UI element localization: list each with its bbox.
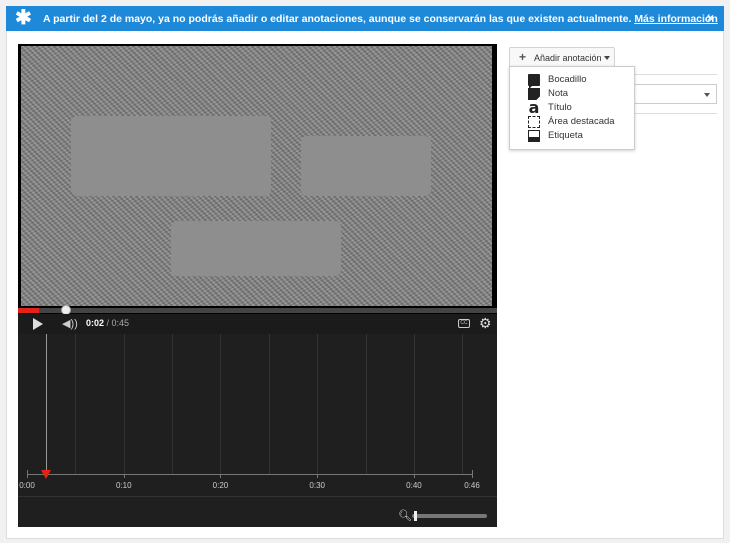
plus-icon: +: [519, 50, 527, 64]
timeline-tick: [472, 470, 473, 478]
gear-icon[interactable]: ⚙: [479, 315, 492, 332]
menu-item-bocadillo[interactable]: Bocadillo: [510, 73, 634, 89]
star-icon: ✱: [15, 7, 32, 29]
video-texture: [301, 136, 431, 196]
video-texture: [71, 116, 271, 196]
zoom-slider-knob[interactable]: [414, 511, 418, 521]
close-icon[interactable]: ×: [707, 11, 714, 25]
timeline-gridline: [75, 334, 77, 474]
menu-item-label: Bocadillo: [548, 74, 587, 85]
add-annotation-label: Añadir anotación: [534, 53, 602, 63]
timeline-gridline: [220, 334, 222, 474]
timeline-gridline: [413, 334, 415, 474]
label-icon: [528, 130, 540, 142]
timeline-gridline: [268, 334, 270, 474]
zoom-icon: 🔍︎: [398, 510, 412, 522]
menu-item-label: Nota: [548, 88, 569, 99]
menu-item-area-destacada[interactable]: Área destacada: [510, 115, 634, 129]
video-player[interactable]: ◀)) 0:02 / 0:45 CC ⚙: [18, 44, 497, 334]
time-display: 0:02 / 0:45: [86, 318, 129, 328]
menu-item-etiqueta[interactable]: Etiqueta: [510, 129, 634, 143]
timeline-tick-label: 0:46: [464, 481, 480, 490]
timeline-gridline: [462, 334, 464, 474]
timeline-playhead-line: [46, 334, 48, 474]
timeline-playhead-marker[interactable]: [41, 470, 52, 479]
announcement-banner: ✱ A partir del 2 de mayo, ya no podrás a…: [6, 6, 724, 31]
timeline-tick-label: 0:40: [406, 481, 422, 490]
player-controls: ◀)) 0:02 / 0:45 CC ⚙: [18, 314, 497, 334]
annotation-timeline[interactable]: 🔍︎ 0:00 0:10 0:20 0:30 0:40 0:46: [18, 334, 497, 527]
progress-played: [18, 308, 40, 313]
menu-item-label: Etiqueta: [548, 130, 583, 141]
banner-message: A partir del 2 de mayo, ya no podrás aña…: [43, 13, 718, 25]
timeline-gridline: [172, 334, 174, 474]
chevron-down-icon: [704, 93, 710, 97]
spotlight-icon: [528, 116, 540, 128]
banner-text: A partir del 2 de mayo, ya no podrás aña…: [43, 13, 632, 25]
progress-bar[interactable]: [18, 305, 497, 315]
timeline-tick-label: 0:10: [115, 481, 132, 490]
menu-item-label: Área destacada: [548, 116, 615, 127]
play-icon[interactable]: [33, 318, 43, 330]
cc-icon[interactable]: CC: [458, 319, 470, 328]
duration: / 0:45: [106, 318, 130, 328]
timeline-tick-label: 0:30: [309, 481, 325, 490]
timeline-tick-label: 0:20: [212, 481, 229, 490]
timeline-axis: [27, 474, 472, 475]
timeline-gridline: [365, 334, 367, 474]
menu-item-label: Título: [548, 102, 572, 113]
timeline-tick-label: 0:00: [19, 481, 35, 490]
video-texture: [171, 221, 341, 276]
speech-bubble-icon: [528, 74, 540, 89]
volume-icon[interactable]: ◀)): [62, 317, 78, 330]
menu-item-titulo[interactable]: a Título: [510, 98, 634, 117]
add-annotation-button[interactable]: + Añadir anotación: [509, 47, 615, 67]
timeline-gridline: [123, 334, 125, 474]
more-info-link[interactable]: Más información: [634, 13, 717, 25]
zoom-slider[interactable]: [412, 511, 487, 521]
timeline-separator: [18, 496, 497, 497]
title-icon: a: [528, 98, 540, 117]
current-time: 0:02: [86, 318, 105, 328]
add-annotation-menu: Bocadillo Nota a Título Área destacada E…: [509, 66, 635, 150]
timeline-gridline: [317, 334, 319, 474]
video-frame[interactable]: [21, 46, 492, 306]
timeline-tick: [27, 470, 28, 478]
chevron-down-icon: [604, 56, 610, 60]
